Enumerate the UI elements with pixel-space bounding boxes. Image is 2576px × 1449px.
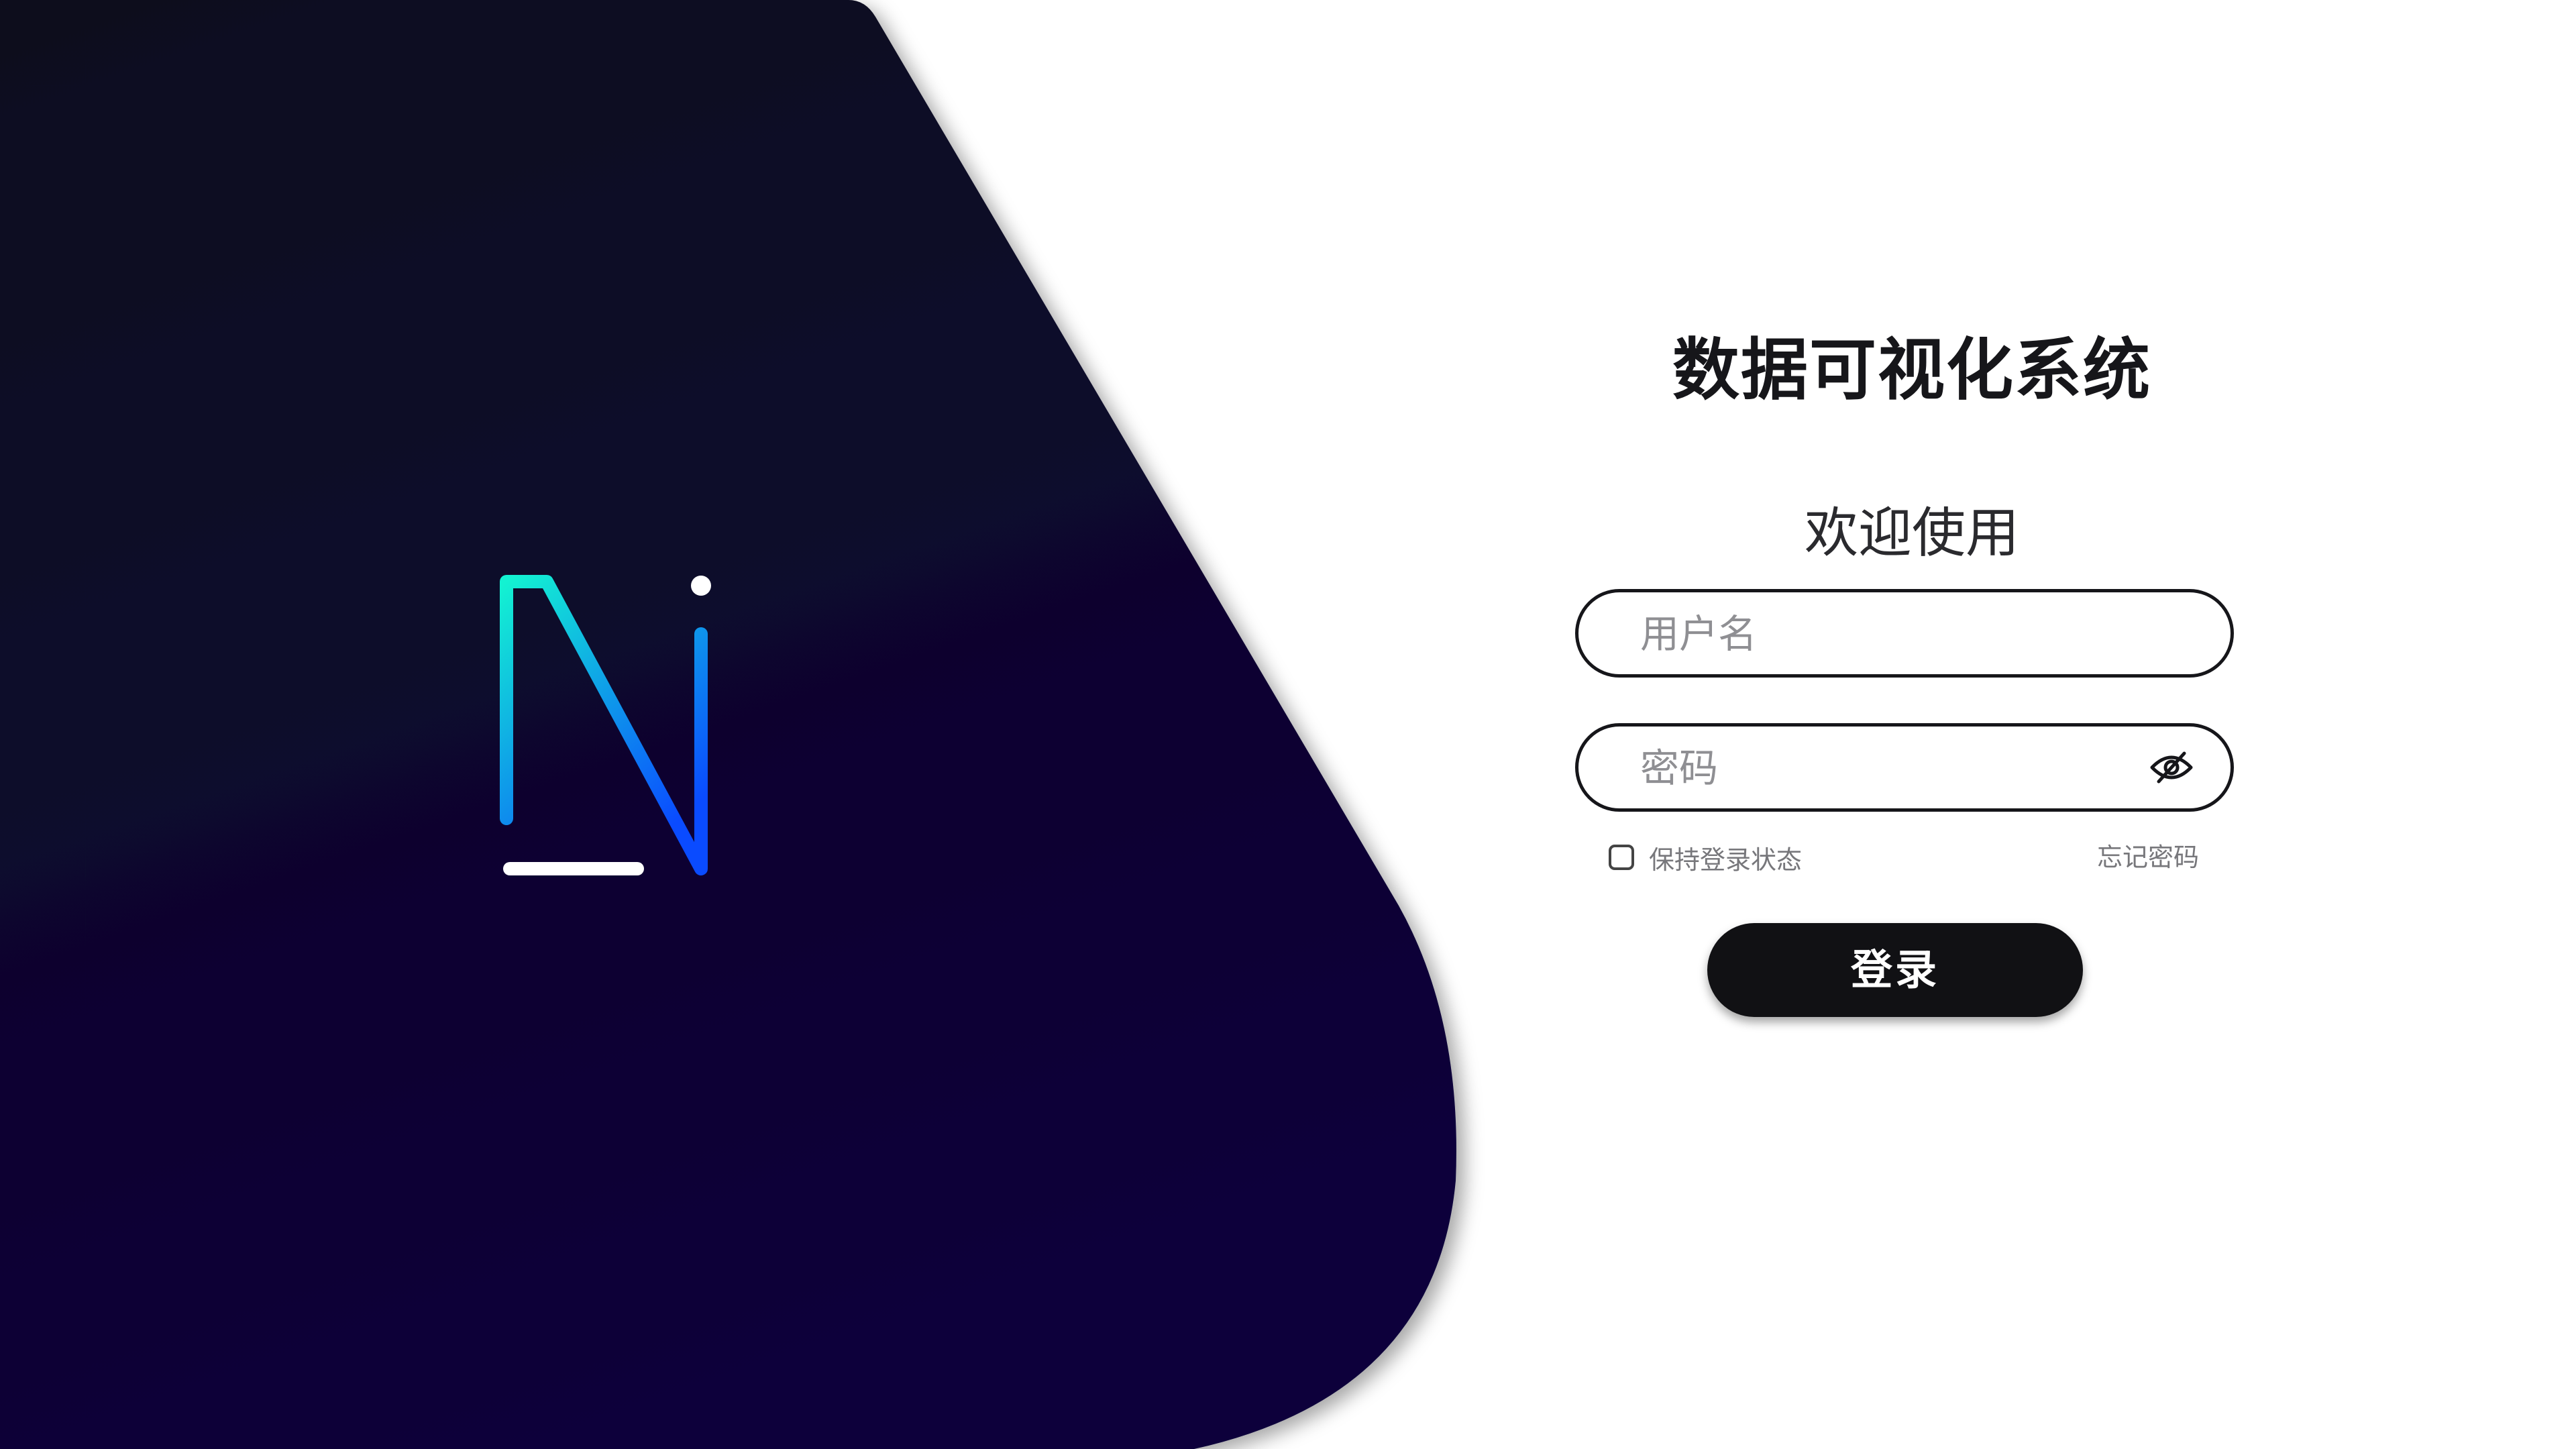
forgot-password-link[interactable]: 忘记密码 (2097, 837, 2199, 877)
username-field[interactable] (1575, 589, 2234, 678)
welcome-text: 欢迎使用 (1805, 502, 2019, 564)
login-button[interactable]: 登录 (1707, 923, 2083, 1017)
remember-label: 保持登录状态 (1649, 845, 1803, 875)
remember-checkbox[interactable] (1609, 845, 1634, 870)
eye-off-icon[interactable] (2149, 749, 2194, 786)
login-form: 数据可视化系统 欢迎使用 保持登录状态 忘记密码 登录 (1543, 0, 2281, 1449)
username-input[interactable] (1639, 592, 2151, 676)
n-logo-icon (490, 570, 731, 892)
remember-me[interactable]: 保持登录状态 (1609, 837, 1802, 877)
system-title: 数据可视化系统 (1672, 331, 2151, 409)
password-input[interactable] (1639, 727, 2151, 810)
login-options: 保持登录状态 忘记密码 (1609, 837, 2199, 877)
login-page: 数据可视化系统 欢迎使用 保持登录状态 忘记密码 登录 (0, 0, 2576, 1449)
password-field[interactable] (1575, 723, 2234, 812)
